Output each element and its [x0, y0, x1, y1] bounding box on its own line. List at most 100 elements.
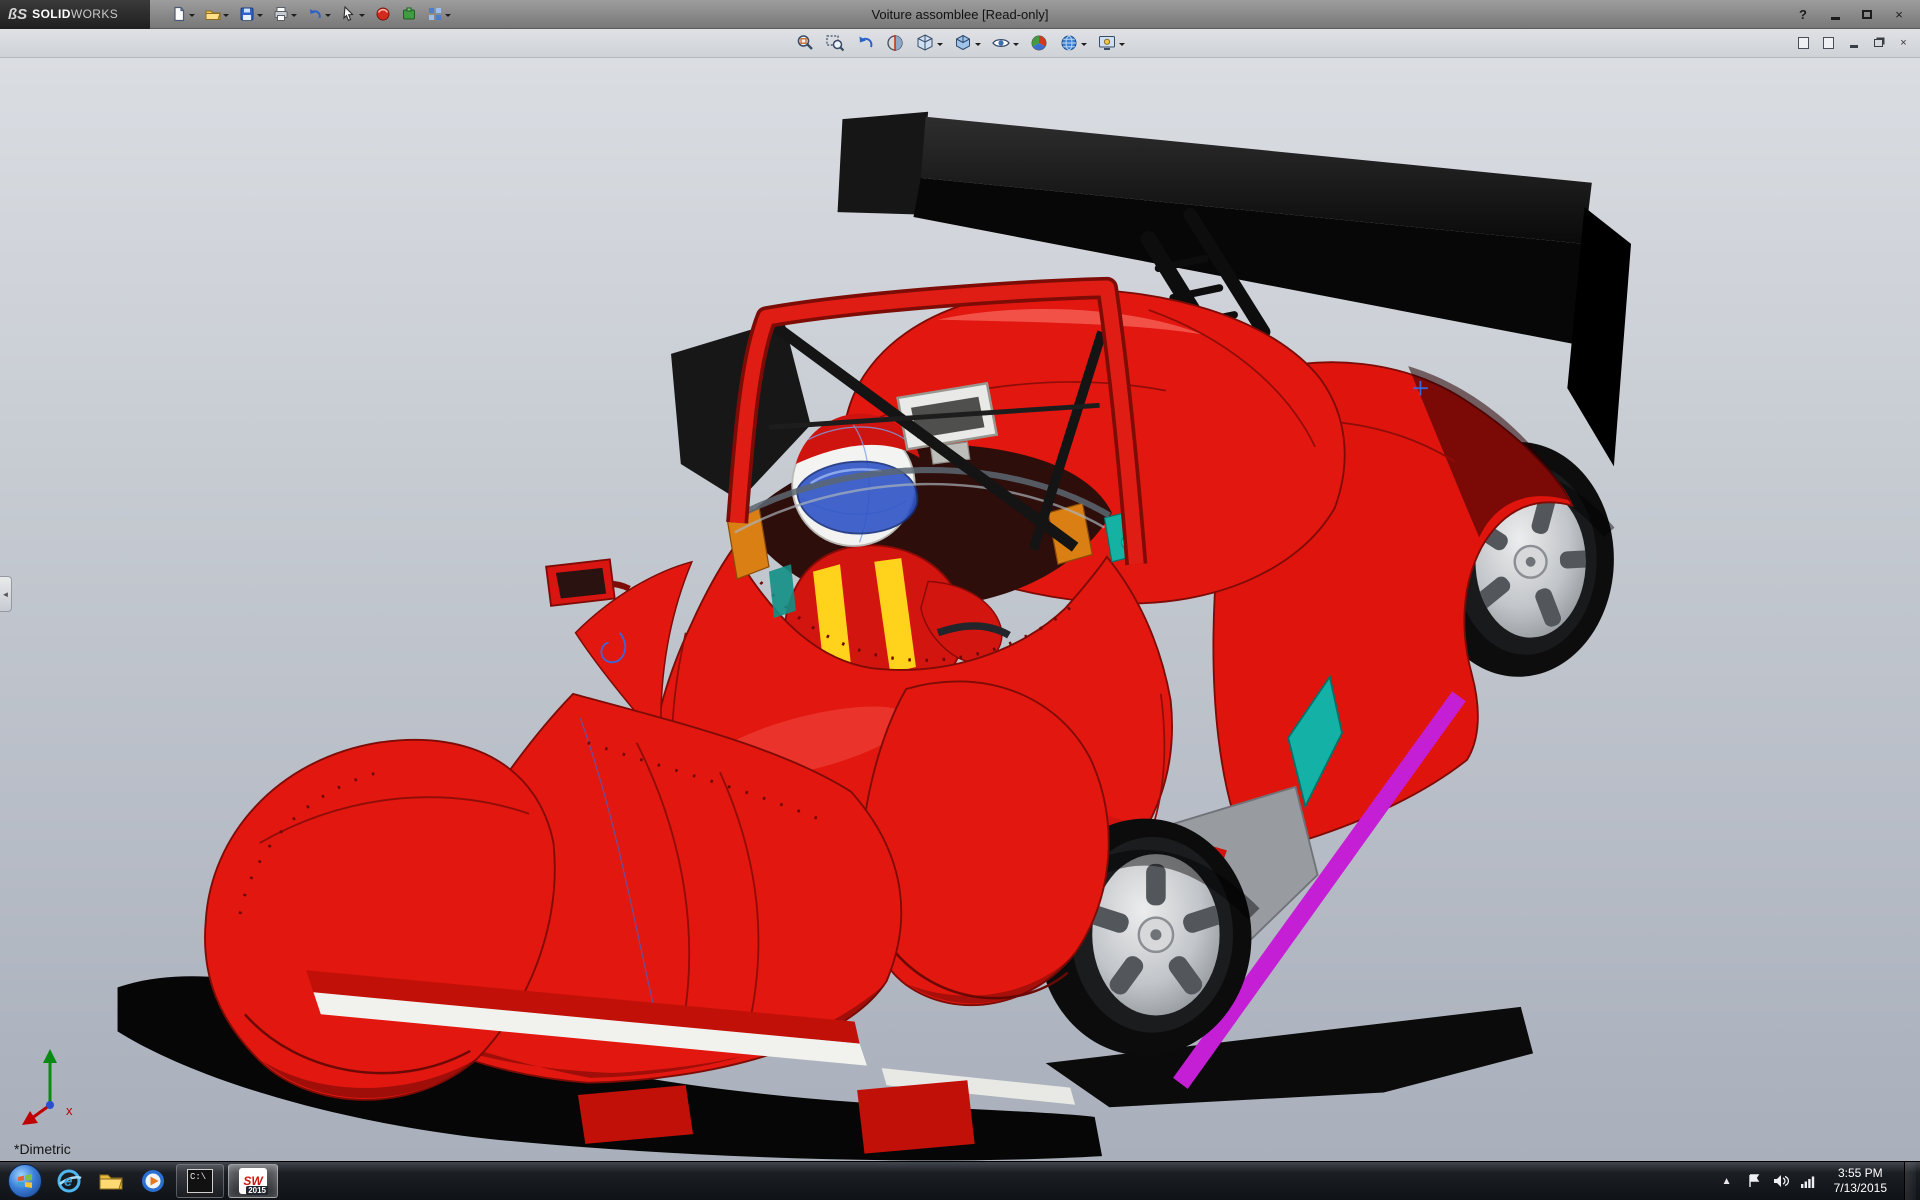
dropdown-caret	[325, 13, 331, 20]
network-bars-icon	[1801, 1176, 1815, 1188]
select-button[interactable]	[338, 4, 368, 24]
clock-date: 7/13/2015	[1833, 1181, 1887, 1195]
taskbar-internet-explorer[interactable]: e	[49, 1163, 89, 1199]
y-axis-arrow	[43, 1049, 57, 1063]
doc-close-button[interactable]: ×	[1895, 36, 1912, 51]
dropdown-caret	[445, 13, 451, 20]
zoom-area-button[interactable]	[823, 32, 847, 54]
up-arrow-icon: ▲	[1721, 1175, 1732, 1187]
svg-text:e: e	[64, 1173, 72, 1190]
clock-time: 3:55 PM	[1837, 1166, 1883, 1180]
taskbar-solidworks-2015[interactable]: SW 2015	[228, 1164, 278, 1198]
view-settings-button[interactable]	[1095, 32, 1127, 54]
new-window-icon	[1798, 37, 1809, 49]
z-axis-dot	[46, 1101, 54, 1109]
maximize-button[interactable]	[1856, 5, 1878, 23]
view-cube-icon	[917, 34, 933, 51]
taskbar-windows-explorer[interactable]	[91, 1163, 131, 1199]
scene-globe-icon	[1061, 35, 1077, 51]
new-document-button[interactable]	[168, 4, 198, 24]
windows-flag-icon	[18, 1174, 32, 1188]
view-toolbar: ×	[0, 29, 1920, 58]
dropdown-caret	[1081, 42, 1087, 49]
hide-show-items-button[interactable]	[989, 32, 1021, 54]
view-orientation-label: *Dimetric	[14, 1141, 71, 1157]
undo-arrow-icon	[310, 9, 321, 19]
view-orientation-button[interactable]	[913, 32, 945, 54]
windows-taskbar: e C:\ SW 2015 ▲ 3:55 PM 7/13/2015	[0, 1161, 1920, 1200]
dropdown-caret	[359, 13, 365, 20]
tray-show-hidden-icons[interactable]: ▲	[1718, 1171, 1736, 1191]
car-front-right-fender	[860, 680, 1110, 1006]
solidworks-logo-icon: ßS	[8, 5, 28, 23]
toolbox-green-button[interactable]	[398, 4, 420, 24]
dropdown-caret	[975, 42, 981, 49]
doc-new-window-button[interactable]	[1795, 36, 1812, 51]
car-model	[117, 111, 1632, 1161]
appearance-red-button[interactable]	[372, 4, 394, 24]
orientation-triad: x	[18, 1043, 98, 1135]
tray-action-center[interactable]	[1745, 1171, 1763, 1191]
grid-options-button[interactable]	[424, 4, 454, 24]
apply-scene-button[interactable]	[1057, 32, 1089, 54]
start-button[interactable]	[8, 1164, 42, 1198]
tray-volume[interactable]	[1772, 1171, 1790, 1191]
dropdown-caret	[1119, 42, 1125, 49]
doc-minimize-button[interactable]	[1845, 36, 1862, 51]
close-icon: ×	[1895, 6, 1903, 22]
x-axis-arrow	[22, 1111, 38, 1125]
maximize-icon	[1862, 9, 1872, 19]
view-settings-icon	[1099, 36, 1115, 50]
system-tray: ▲ 3:55 PM 7/13/2015	[1718, 1162, 1920, 1200]
appearance-red-icon	[376, 7, 390, 21]
minimize-button[interactable]	[1824, 5, 1846, 23]
standard-toolbar	[168, 4, 454, 24]
dropdown-caret	[937, 42, 943, 49]
new-document-icon	[174, 6, 185, 22]
heads-up-toolbar	[0, 32, 1920, 54]
dropdown-caret	[291, 13, 297, 20]
doc-cascade-button[interactable]	[1820, 36, 1837, 51]
dropdown-caret	[223, 13, 229, 20]
close-button[interactable]: ×	[1888, 5, 1910, 23]
dropdown-caret	[189, 13, 195, 20]
show-desktop-button[interactable]	[1904, 1162, 1916, 1200]
folder-icon	[99, 1174, 123, 1190]
section-view-button[interactable]	[883, 32, 907, 54]
appearance-ball-icon	[1031, 35, 1047, 51]
titlebar: ßS SOLIDWORKS Voiture assomblee [Read-on…	[0, 0, 1920, 29]
taskbar-clock[interactable]: 3:55 PM 7/13/2015	[1826, 1166, 1895, 1196]
eye-icon	[992, 38, 1010, 48]
dropdown-caret	[257, 13, 263, 20]
grid-options-icon	[429, 8, 441, 20]
document-window-controls: ×	[1795, 36, 1920, 51]
toolbox-green-icon	[403, 7, 415, 20]
dropdown-caret	[1013, 42, 1019, 49]
taskbar-media-player[interactable]	[133, 1163, 173, 1199]
print-button[interactable]	[270, 4, 300, 24]
previous-view-icon	[859, 36, 873, 48]
doc-restore-button[interactable]	[1870, 36, 1887, 51]
display-style-button[interactable]	[951, 32, 983, 54]
internet-explorer-icon: e	[57, 1169, 82, 1193]
solidworks-logo: ßS SOLIDWORKS	[0, 0, 150, 29]
doc-close-icon: ×	[1900, 37, 1907, 49]
chevron-left-icon: ◄	[1, 589, 10, 599]
x-axis-label: x	[66, 1103, 73, 1118]
graphics-viewport[interactable]: x *Dimetric ◄	[0, 58, 1920, 1161]
open-button[interactable]	[202, 4, 232, 24]
help-button[interactable]: ?	[1792, 5, 1814, 23]
taskbar-command-prompt[interactable]: C:\	[176, 1164, 224, 1198]
solidworks-brand-text: SOLIDWORKS	[32, 7, 119, 21]
undo-button[interactable]	[304, 4, 334, 24]
edit-appearance-button[interactable]	[1027, 32, 1051, 54]
previous-view-button[interactable]	[853, 32, 877, 54]
flag-icon	[1748, 1174, 1759, 1187]
minimize-icon	[1830, 16, 1840, 20]
left-panel-flyout-tab[interactable]: ◄	[0, 576, 12, 613]
save-button[interactable]	[236, 4, 266, 24]
solidworks-version-badge: 2015	[246, 1186, 268, 1195]
zoom-fit-button[interactable]	[793, 32, 817, 54]
open-folder-icon	[205, 10, 221, 20]
tray-network[interactable]	[1799, 1171, 1817, 1191]
